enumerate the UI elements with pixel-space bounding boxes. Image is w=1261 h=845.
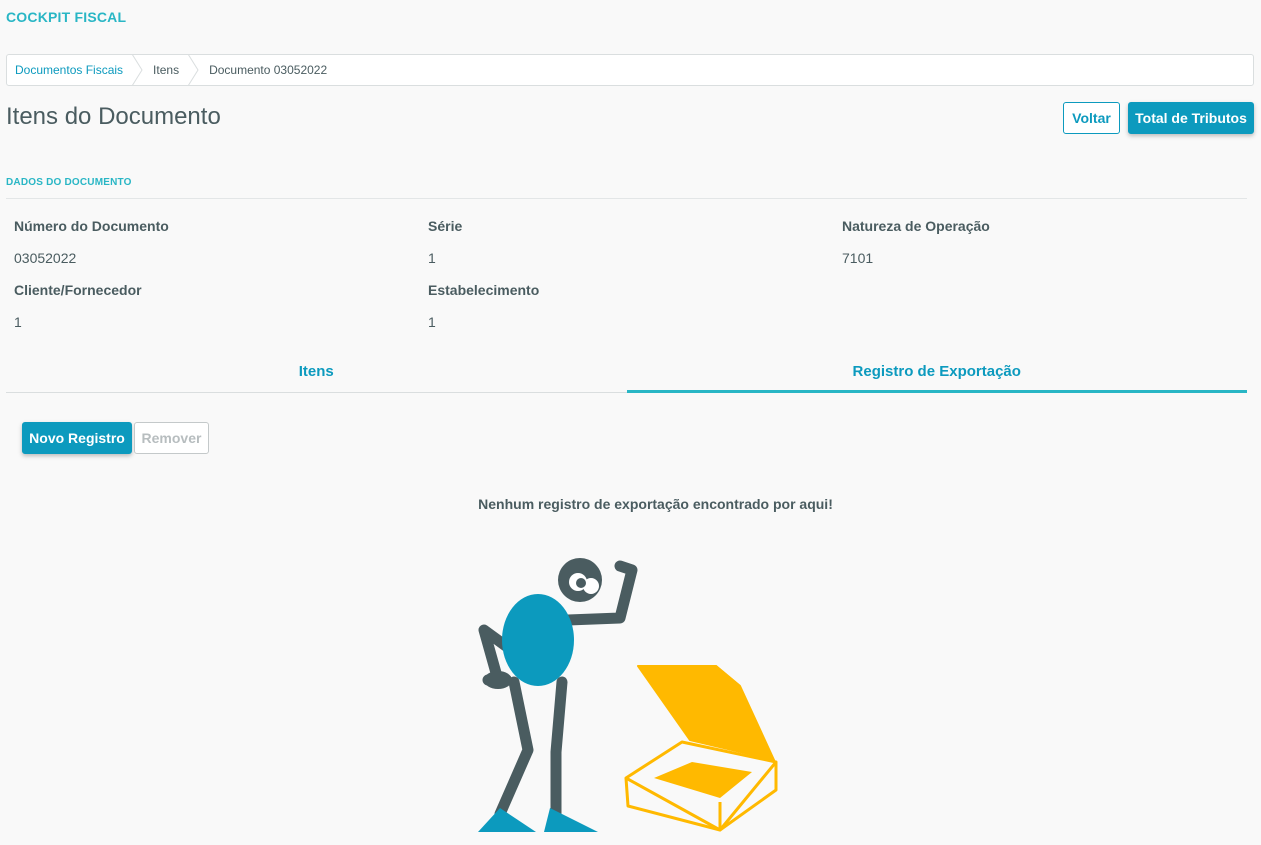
breadcrumb: Documentos Fiscais Itens Documento 03052… [6,54,1254,86]
back-button[interactable]: Voltar [1063,102,1120,134]
empty-box-illustration [470,552,790,845]
numero-documento-value: 03052022 [14,250,77,266]
breadcrumb-item-documento: Documento 03052022 [201,55,327,85]
breadcrumb-text: Itens [153,63,180,77]
serie-label: Série [428,218,463,234]
natureza-operacao-value: 7101 [842,250,874,266]
total-tributos-button[interactable]: Total de Tributos [1128,102,1254,134]
empty-state-message: Nenhum registro de exportação encontrado… [478,496,833,512]
tab-itens[interactable]: Itens [6,350,627,392]
breadcrumb-link[interactable]: Documentos Fiscais [7,63,123,77]
tab-bar: Itens Registro de Exportação [6,350,1247,393]
tab-registro-exportacao[interactable]: Registro de Exportação [626,350,1248,393]
novo-registro-button[interactable]: Novo Registro [22,422,132,454]
breadcrumb-separator-icon [131,54,145,86]
breadcrumb-item-itens: Itens [145,54,201,86]
numero-documento-label: Número do Documento [14,218,169,234]
estabelecimento-value: 1 [428,314,436,330]
estabelecimento-label: Estabelecimento [428,282,540,298]
breadcrumb-item-documentos-fiscais[interactable]: Documentos Fiscais [7,54,145,86]
breadcrumb-separator-icon [187,54,201,86]
cliente-fornecedor-label: Cliente/Fornecedor [14,282,142,298]
section-divider [6,198,1247,199]
natureza-operacao-label: Natureza de Operação [842,218,990,234]
app-title: COCKPIT FISCAL [6,9,127,25]
cliente-fornecedor-value: 1 [14,314,22,330]
section-label: DADOS DO DOCUMENTO [6,177,132,188]
serie-value: 1 [428,250,436,266]
remover-button[interactable]: Remover [134,422,209,454]
breadcrumb-current: Documento 03052022 [209,63,328,77]
page-title: Itens do Documento [6,103,221,130]
